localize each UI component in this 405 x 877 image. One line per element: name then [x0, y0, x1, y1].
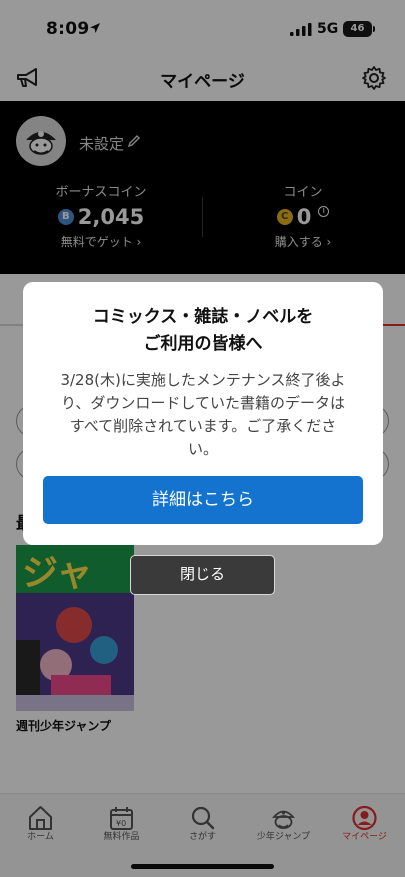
dialog-title-line: ご利用の皆様へ [143, 334, 263, 354]
dialog-message-line: い。 [187, 440, 218, 458]
dialog-message: 3/28(木)に実施したメンテナンス終了後よ り、ダウンロードしていた書籍のデー… [41, 369, 365, 461]
close-button[interactable]: 閉じる [130, 555, 275, 595]
dialog-title-line: コミックス・雑誌・ノベルを [92, 307, 314, 327]
dialog-message-line: 3/28(木)に実施したメンテナンス終了後よ [60, 371, 346, 389]
dialog-message-line: すべて削除されています。ご了承くださ [69, 417, 337, 435]
notice-dialog: コミックス・雑誌・ノベルを ご利用の皆様へ 3/28(木)に実施したメンテナンス… [23, 282, 383, 545]
dialog-title: コミックス・雑誌・ノベルを ご利用の皆様へ [23, 304, 383, 358]
dialog-message-line: り、ダウンロードしていた書籍のデータは [61, 394, 345, 412]
details-button[interactable]: 詳細はこちら [43, 476, 363, 524]
